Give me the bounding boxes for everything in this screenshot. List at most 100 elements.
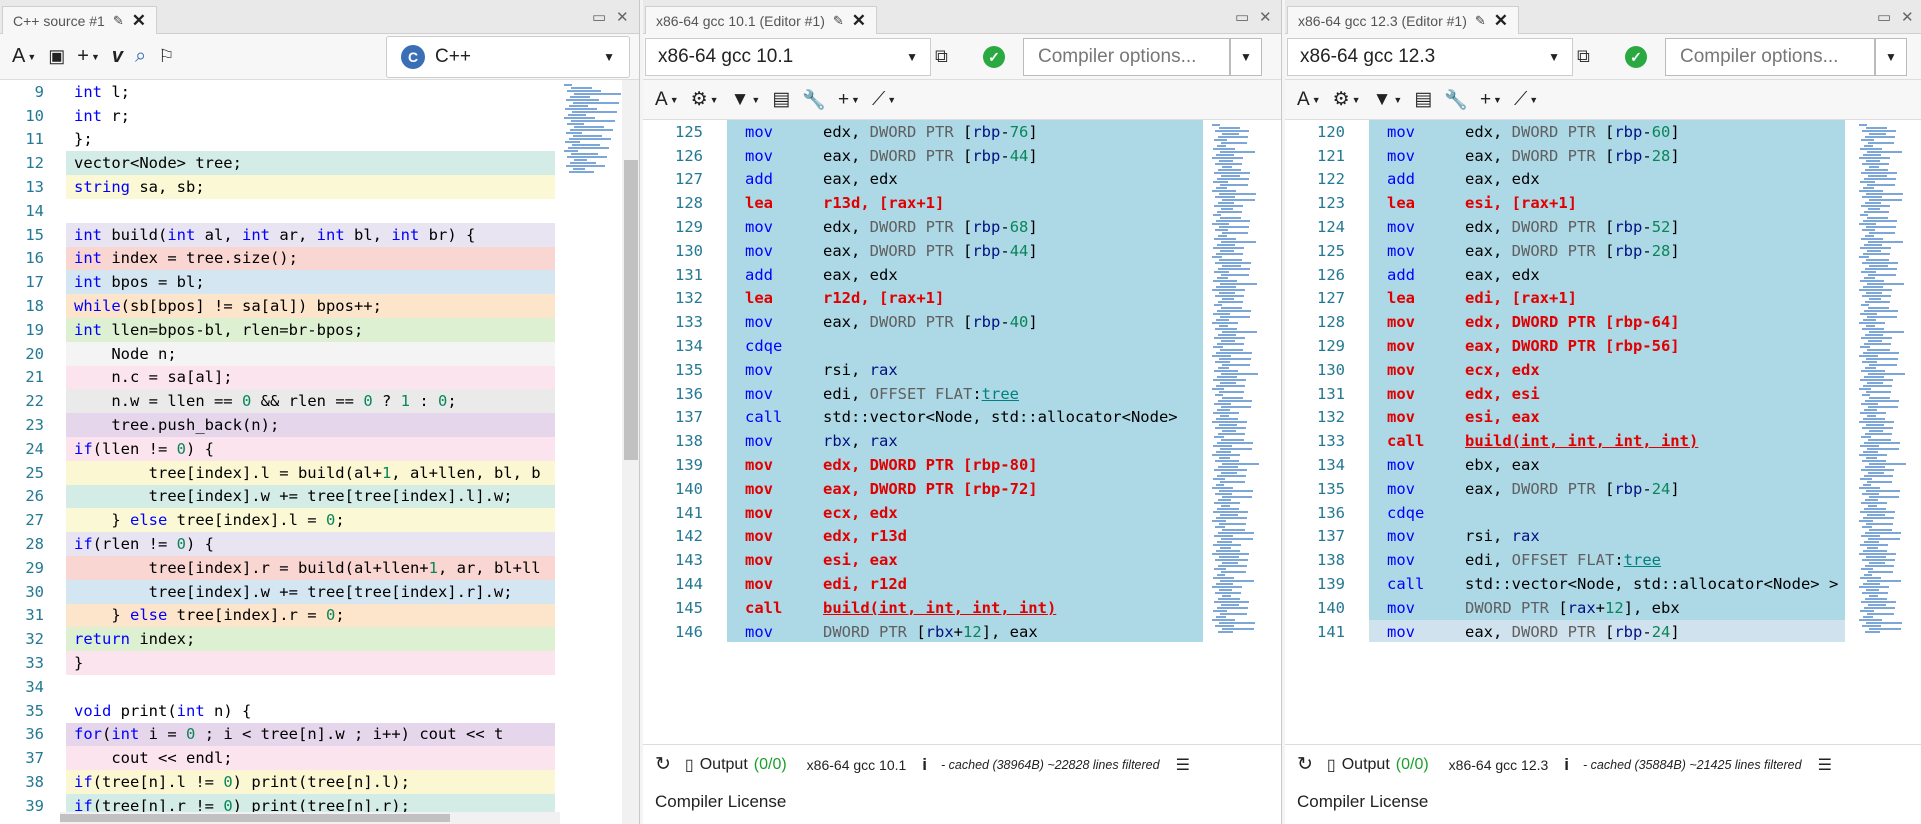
source-line[interactable]: 26 tree[index].w += tree[tree[index].l].…	[0, 484, 555, 509]
asm-line[interactable]: 137 call std::vector<Node, std::allocator<…	[643, 405, 1203, 430]
refresh-icon[interactable]: ↻	[655, 753, 671, 776]
asm-line[interactable]: 122 add eax, edx	[1285, 167, 1845, 192]
asm-line[interactable]: 126 add eax, edx	[1285, 262, 1845, 287]
source-line[interactable]: 28 if (rlen != 0) {	[0, 532, 555, 556]
asm-symbol-link[interactable]: tree	[1624, 551, 1661, 569]
asm-symbol-link[interactable]: build(int, int, int, int)	[1465, 432, 1698, 450]
add-icon[interactable]: + ▼	[1480, 85, 1502, 115]
gcc12-minimap[interactable]	[1855, 120, 1907, 642]
gear-icon[interactable]: ⚙ ▼	[691, 85, 719, 115]
compiler-options-input[interactable]: Compiler options...	[1665, 38, 1875, 76]
add-icon[interactable]: + ▼	[838, 85, 860, 115]
source-hscrollbar[interactable]	[60, 812, 560, 824]
source-tab[interactable]: C++ source #1 ✎ ✕	[2, 6, 157, 34]
asm-line[interactable]: 129 mov edx, DWORD PTR [rbp-68]	[643, 215, 1203, 239]
compiler-select[interactable]: x86-64 gcc 10.1 ▼	[645, 38, 931, 76]
asm-line[interactable]: 132 lea r12d, [rax+1]	[643, 286, 1203, 311]
source-line[interactable]: 11};	[0, 127, 555, 152]
asm-line[interactable]: 136 cdqe	[1285, 500, 1845, 525]
vim-icon[interactable]: v	[112, 42, 123, 72]
info-icon[interactable]: i	[922, 755, 927, 775]
filter-icon[interactable]: ▼ ▼	[731, 85, 761, 115]
asm-line[interactable]: 125 mov edx, DWORD PTR [rbp-76]	[643, 120, 1203, 144]
save-icon[interactable]: ▣	[48, 42, 65, 72]
source-line[interactable]: 19 int llen=bpos-bl, rlen=br-bpos;	[0, 317, 555, 342]
asm-symbol-link[interactable]: tree	[982, 385, 1019, 403]
asm-line[interactable]: 120 mov edx, DWORD PTR [rbp-60]	[1285, 120, 1845, 144]
asm-line[interactable]: 130 mov ecx, edx	[1285, 357, 1845, 382]
font-size-icon[interactable]: A ▼	[1297, 85, 1321, 115]
source-scrollbar[interactable]	[622, 80, 639, 824]
wrench-icon[interactable]: 🔧	[802, 85, 826, 115]
asm-line[interactable]: 138 mov edi, OFFSET FLAT: tree	[1285, 548, 1845, 573]
source-line[interactable]: 10 int r;	[0, 103, 555, 128]
asm-line[interactable]: 135 mov rsi, rax	[643, 357, 1203, 382]
source-minimap[interactable]	[560, 80, 622, 260]
options-dropdown-button[interactable]: ▼	[1875, 38, 1907, 76]
source-line[interactable]: 21 n.c = sa[al];	[0, 365, 555, 390]
source-line[interactable]: 30 tree[index].w += tree[tree[index].r].…	[0, 579, 555, 604]
asm-line[interactable]: 127 add eax, edx	[643, 167, 1203, 192]
source-line[interactable]: 23 tree.push_back(n);	[0, 413, 555, 437]
source-line[interactable]: 15 int build(int al, int ar, int bl, int …	[0, 222, 555, 247]
source-editor[interactable]: 9 int l; 10 int r; 11}; 12 vector<Node> tree…	[0, 80, 555, 824]
maximize-icon[interactable]: ▭	[1235, 8, 1249, 26]
asm-line[interactable]: 139 call std::vector<Node, std::allocator<…	[1285, 572, 1845, 596]
language-select[interactable]: C C++ ▼	[386, 36, 630, 78]
asm-symbol-link[interactable]: build(int, int, int, int)	[823, 599, 1056, 617]
source-scroll-thumb[interactable]	[624, 160, 638, 460]
asm-line[interactable]: 141 mov ecx, edx	[643, 500, 1203, 525]
filter-icon[interactable]: ▼ ▼	[1373, 85, 1403, 115]
close-icon[interactable]: ✕	[852, 11, 866, 31]
wrench-icon[interactable]: 🔧	[1444, 85, 1468, 115]
asm-line[interactable]: 131 mov edx, esi	[1285, 381, 1845, 406]
font-size-icon[interactable]: A ▼	[12, 42, 36, 72]
source-line[interactable]: 33}	[0, 651, 555, 675]
brush-icon[interactable]: ⟋ ▼	[872, 85, 896, 115]
source-line[interactable]: 37 cout << endl;	[0, 746, 555, 771]
source-line[interactable]: 32 return index;	[0, 627, 555, 652]
source-line[interactable]: 38 if (tree[n].l != 0) print(tree[n].l);	[0, 770, 555, 794]
asm-line[interactable]: 133 mov eax, DWORD PTR [rbp-40]	[643, 310, 1203, 335]
maximize-icon[interactable]: ▭	[1877, 8, 1891, 26]
compiler-license-link[interactable]: Compiler License	[1297, 792, 1428, 812]
asm-line[interactable]: 130 mov eax, DWORD PTR [rbp-44]	[643, 238, 1203, 263]
book-icon[interactable]: ▤	[1414, 85, 1432, 115]
source-line[interactable]: 35 void print(int n) {	[0, 698, 555, 723]
rename-pen-icon[interactable]: ✎	[1475, 13, 1486, 29]
wrap-icon[interactable]: ☰	[1176, 755, 1190, 775]
asm-line[interactable]: 135 mov eax, DWORD PTR [rbp-24]	[1285, 476, 1845, 501]
asm-line[interactable]: 121 mov eax, DWORD PTR [rbp-28]	[1285, 143, 1845, 168]
asm-line[interactable]: 139 mov edx, DWORD PTR [rbp-80]	[643, 453, 1203, 477]
asm-line[interactable]: 131 add eax, edx	[643, 262, 1203, 287]
source-line[interactable]: 24 if (llen != 0) {	[0, 436, 555, 461]
gear-icon[interactable]: ⚙ ▼	[1333, 85, 1361, 115]
asm-line[interactable]: 137 mov rsi, rax	[1285, 524, 1845, 549]
gcc10-tab[interactable]: x86-64 gcc 10.1 (Editor #1) ✎ ✕	[645, 6, 878, 34]
font-size-icon[interactable]: A ▼	[655, 85, 679, 115]
gcc10-minimap[interactable]	[1208, 120, 1263, 642]
close-pane-icon[interactable]: ✕	[1259, 8, 1272, 26]
output-button[interactable]: ▯ Output (0/0)	[1327, 755, 1429, 775]
source-line[interactable]: 20 Node n;	[0, 341, 555, 366]
add-icon[interactable]: + ▼	[77, 42, 100, 72]
source-line[interactable]: 22 n.w = llen == 0 && rlen == 0 ? 1 : 0;	[0, 389, 555, 414]
asm-line[interactable]: 133 call build(int, int, int, int)	[1285, 429, 1845, 454]
gcc12-assembly-view[interactable]: 120 mov edx, DWORD PTR [rbp-60] 121 mov eax, …	[1285, 120, 1845, 642]
asm-line[interactable]: 144 mov edi, r12d	[643, 572, 1203, 596]
close-icon[interactable]: ✕	[132, 11, 146, 31]
gcc12-tab[interactable]: x86-64 gcc 12.3 (Editor #1) ✎ ✕	[1287, 6, 1520, 34]
close-pane-icon[interactable]: ✕	[1901, 8, 1914, 26]
asm-line[interactable]: 141 mov eax, DWORD PTR [rbp-24]	[1285, 619, 1845, 642]
output-button[interactable]: ▯ Output (0/0)	[685, 755, 787, 775]
source-line[interactable]: 31 } else tree[index].r = 0;	[0, 603, 555, 628]
source-line[interactable]: 9 int l;	[0, 80, 555, 104]
run-icon[interactable]: ⚐	[158, 42, 174, 72]
options-dropdown-button[interactable]: ▼	[1230, 38, 1262, 76]
source-hscroll-thumb[interactable]	[60, 814, 450, 822]
asm-line[interactable]: 146 mov DWORD PTR [rbx+12], eax	[643, 619, 1203, 642]
source-line[interactable]: 34	[0, 674, 555, 699]
asm-line[interactable]: 138 mov rbx, rax	[643, 429, 1203, 454]
asm-line[interactable]: 128 lea r13d, [rax+1]	[643, 191, 1203, 216]
source-line[interactable]: 16 int index = tree.size();	[0, 246, 555, 271]
